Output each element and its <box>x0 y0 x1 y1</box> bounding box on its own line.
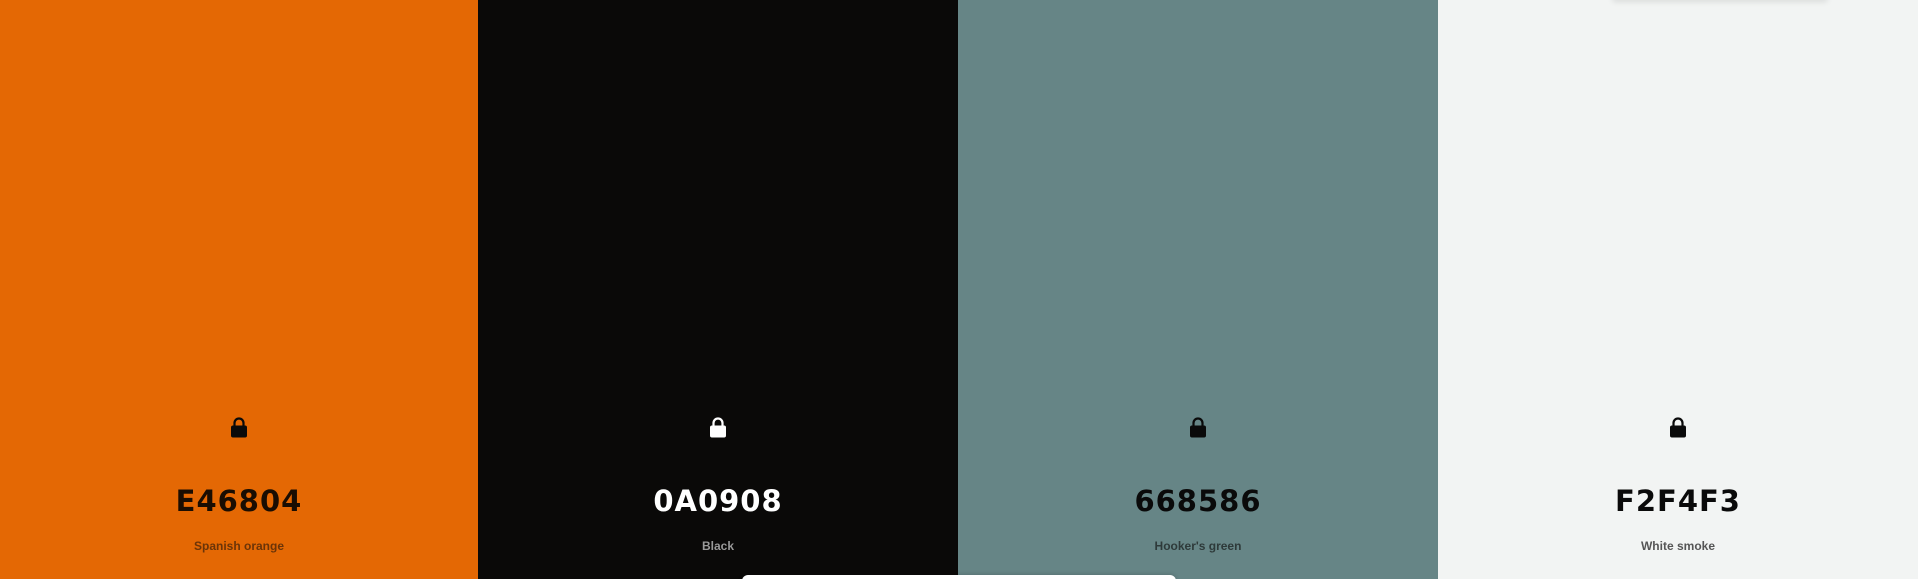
hex-code[interactable]: E46804 <box>0 482 478 520</box>
color-name[interactable]: Black <box>478 538 958 554</box>
color-swatch-hookers-green[interactable]: 668586 Hooker's green <box>958 0 1438 579</box>
lock-button[interactable] <box>706 414 730 440</box>
hex-code[interactable]: F2F4F3 <box>1438 482 1918 520</box>
lock-icon <box>1190 416 1206 437</box>
color-name[interactable]: Hooker's green <box>958 538 1438 554</box>
color-palette: E46804 Spanish orange 0A0908 Black 66858… <box>0 0 1918 579</box>
lock-icon <box>231 416 247 437</box>
color-swatch-white-smoke[interactable]: F2F4F3 White smoke <box>1438 0 1918 579</box>
lock-icon <box>1670 416 1686 437</box>
color-name[interactable]: White smoke <box>1438 538 1918 554</box>
lock-button[interactable] <box>1666 414 1690 440</box>
color-swatch-spanish-orange[interactable]: E46804 Spanish orange <box>0 0 478 579</box>
hex-code[interactable]: 668586 <box>958 482 1438 520</box>
lock-button[interactable] <box>227 414 251 440</box>
lock-icon <box>710 416 726 437</box>
lock-button[interactable] <box>1186 414 1210 440</box>
color-swatch-black[interactable]: 0A0908 Black <box>478 0 958 579</box>
bottom-toolbar-edge[interactable] <box>742 575 1176 579</box>
color-name[interactable]: Spanish orange <box>0 538 478 554</box>
hex-code[interactable]: 0A0908 <box>478 482 958 520</box>
